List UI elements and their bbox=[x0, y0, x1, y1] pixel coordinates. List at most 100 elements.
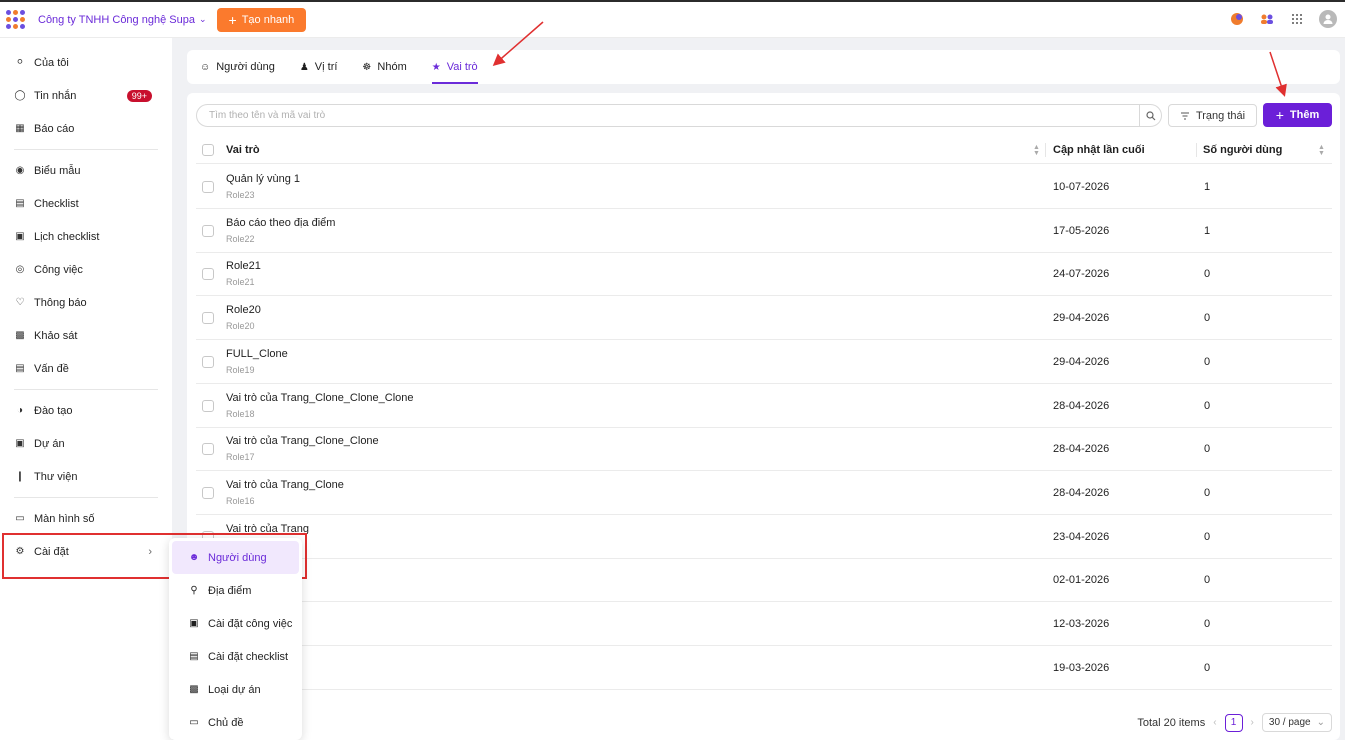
table-header: Vai trò ▲ ▼ Cập nhật lần cuối Số người dù… bbox=[196, 136, 1332, 164]
sidebar-divider bbox=[14, 149, 158, 150]
sidebar-item-issues[interactable]: ▤ Vấn đề bbox=[0, 352, 172, 385]
table-row[interactable]: Role21 Role21 24-07-2026 0 bbox=[196, 252, 1332, 297]
role-name[interactable]: Báo cáo theo địa điểm bbox=[226, 217, 335, 229]
users-icon: ☻ bbox=[188, 552, 200, 563]
row-checkbox[interactable] bbox=[202, 224, 214, 237]
team-icon[interactable] bbox=[1259, 11, 1275, 27]
row-checkbox[interactable] bbox=[202, 312, 214, 325]
survey-icon: ▩ bbox=[15, 330, 25, 341]
submenu-item-project-types[interactable]: ▩ Loại dự án bbox=[172, 673, 299, 706]
submenu-item-checklist-settings[interactable]: ▤ Cài đặt checklist bbox=[172, 640, 299, 673]
sidebar-item-reports[interactable]: ▦ Báo cáo bbox=[0, 112, 172, 145]
table-row[interactable]: 12-03-2026 0 bbox=[196, 602, 1332, 646]
users-icon: ☺ bbox=[200, 61, 211, 73]
role-name[interactable]: Vai trò của Trang_Clone bbox=[226, 479, 344, 491]
status-filter-button[interactable]: Trạng thái bbox=[1168, 104, 1257, 127]
sidebar-item-label: Thông báo bbox=[34, 296, 87, 309]
sidebar-item-label: Báo cáo bbox=[34, 122, 75, 135]
user-count: 0 bbox=[1204, 486, 1211, 499]
page-size-select[interactable]: 30 / page ⌄ bbox=[1261, 713, 1332, 732]
table-row[interactable]: FULL_Clone Role19 29-04-2026 0 bbox=[196, 340, 1332, 384]
role-name[interactable]: Role20 bbox=[226, 304, 261, 316]
tab-positions[interactable]: ♟ Vị trí bbox=[300, 50, 338, 84]
last-updated: 24-07-2026 bbox=[1053, 268, 1110, 281]
form-icon: ◉ bbox=[15, 165, 25, 176]
row-checkbox[interactable] bbox=[202, 399, 214, 412]
table-row[interactable]: Vai trò của Trang_Clone_Clone Role17 28-04… bbox=[196, 427, 1332, 472]
prev-page-icon[interactable]: ‹ bbox=[1213, 717, 1216, 728]
sidebar-item-label: Màn hình số bbox=[34, 512, 95, 525]
last-updated: 29-04-2026 bbox=[1053, 312, 1110, 325]
chat-icon: ◯ bbox=[14, 90, 26, 101]
column-divider bbox=[1196, 143, 1197, 157]
submenu-item-locations[interactable]: ⚲ Địa điểm bbox=[172, 574, 299, 607]
apps-grid-icon[interactable] bbox=[1289, 11, 1305, 27]
monitor-icon: ▭ bbox=[15, 513, 25, 524]
tab-groups[interactable]: ☸ Nhóm bbox=[362, 50, 406, 84]
role-name[interactable]: Quản lý vùng 1 bbox=[226, 173, 300, 185]
role-name[interactable]: Role21 bbox=[226, 260, 261, 272]
table-row[interactable]: 19-03-2026 0 bbox=[196, 646, 1332, 690]
column-header-role[interactable]: Vai trò bbox=[226, 136, 260, 164]
sidebar-item-training[interactable]: ◑ Đào tạo bbox=[0, 394, 172, 427]
table-row[interactable]: Quản lý vùng 1 Role23 10-07-2026 1 bbox=[196, 165, 1332, 209]
sidebar-item-surveys[interactable]: ▩ Khảo sát bbox=[0, 319, 172, 352]
role-code: Role19 bbox=[226, 364, 255, 375]
sort-icon[interactable]: ▲ ▼ bbox=[1318, 144, 1325, 157]
sort-icon[interactable]: ▲ ▼ bbox=[1033, 144, 1040, 157]
table-row[interactable]: Vai trò của Trang_Clone Role16 28-04-2026 0 bbox=[196, 471, 1332, 515]
sidebar-item-messages[interactable]: ◯ Tin nhắn 99+ bbox=[0, 79, 172, 112]
notification-app-icon[interactable] bbox=[1229, 11, 1245, 27]
app-logo-icon[interactable] bbox=[6, 9, 26, 30]
search-input[interactable] bbox=[197, 105, 1127, 126]
search-box bbox=[196, 104, 1162, 127]
sidebar-item-tasks[interactable]: ◎ Công việc bbox=[0, 253, 172, 286]
quick-create-button[interactable]: + Tạo nhanh bbox=[216, 7, 307, 32]
table-row[interactable]: 02-01-2026 0 bbox=[196, 558, 1332, 603]
total-items: Total 20 items bbox=[1137, 716, 1206, 729]
sidebar-item-checklist-schedule[interactable]: ▣ Lịch checklist bbox=[0, 220, 172, 253]
submenu-item-users[interactable]: ☻ Người dùng bbox=[172, 541, 299, 574]
bell-icon: ♡ bbox=[15, 297, 25, 308]
sidebar-item-checklist[interactable]: ▤ Checklist bbox=[0, 187, 172, 220]
sidebar-item-digital-screen[interactable]: ▭ Màn hình số bbox=[0, 502, 172, 535]
row-checkbox[interactable] bbox=[202, 443, 214, 456]
search-icon[interactable] bbox=[1139, 105, 1161, 126]
role-name[interactable]: Vai trò của Trang_Clone_Clone_Clone bbox=[226, 392, 414, 404]
sidebar-item-projects[interactable]: ▣ Dự án bbox=[0, 427, 172, 460]
submenu-item-topics[interactable]: ▭ Chủ đề bbox=[172, 706, 299, 739]
column-header-user-count[interactable]: Số người dùng bbox=[1203, 136, 1282, 164]
submenu-item-label: Chủ đề bbox=[208, 716, 244, 729]
tab-users[interactable]: ☺ Người dùng bbox=[200, 50, 275, 84]
sidebar-item-notifications[interactable]: ♡ Thông báo bbox=[0, 286, 172, 319]
sidebar-item-my[interactable]: ⚪ Của tôi bbox=[0, 46, 172, 79]
role-code: Role18 bbox=[226, 408, 255, 419]
row-checkbox[interactable] bbox=[202, 181, 214, 193]
submenu-item-label: Cài đặt checklist bbox=[208, 650, 289, 663]
add-role-button[interactable]: + Thêm bbox=[1263, 103, 1332, 127]
page-number[interactable]: 1 bbox=[1224, 713, 1243, 732]
sidebar-item-library[interactable]: ❙ Thư viện bbox=[0, 460, 172, 493]
next-page-icon[interactable]: › bbox=[1251, 717, 1254, 728]
role-name[interactable]: FULL_Clone bbox=[226, 348, 288, 360]
column-header-last-updated[interactable]: Cập nhật lần cuối bbox=[1053, 136, 1145, 164]
submenu-item-task-settings[interactable]: ▣ Cài đặt công việc bbox=[172, 607, 299, 640]
avatar[interactable] bbox=[1319, 10, 1337, 28]
table-row[interactable]: Vai trò của Trang 23-04-2026 0 bbox=[196, 515, 1332, 559]
select-all-checkbox[interactable] bbox=[202, 144, 214, 156]
role-name[interactable]: Vai trò của Trang_Clone_Clone bbox=[226, 435, 379, 447]
table-row[interactable]: Vai trò của Trang_Clone_Clone_Clone Role1… bbox=[196, 384, 1332, 428]
role-code: Role23 bbox=[226, 190, 255, 200]
tab-roles[interactable]: ★ Vai trò bbox=[431, 50, 478, 84]
table-row[interactable]: Báo cáo theo địa điểm Role22 17-05-2026 1 bbox=[196, 209, 1332, 253]
add-role-label: Thêm bbox=[1289, 109, 1320, 121]
location-icon: ⚲ bbox=[190, 585, 198, 596]
row-checkbox[interactable] bbox=[202, 355, 214, 368]
row-checkbox[interactable] bbox=[202, 486, 214, 499]
sidebar-item-label: Tin nhắn bbox=[34, 89, 77, 102]
row-checkbox[interactable] bbox=[202, 268, 214, 281]
company-selector[interactable]: Công ty TNHH Công nghệ Supa ⌄ bbox=[38, 14, 207, 26]
sidebar-item-forms[interactable]: ◉ Biểu mẫu bbox=[0, 154, 172, 187]
last-updated: 23-04-2026 bbox=[1053, 530, 1110, 543]
table-row[interactable]: Role20 Role20 29-04-2026 0 bbox=[196, 296, 1332, 341]
